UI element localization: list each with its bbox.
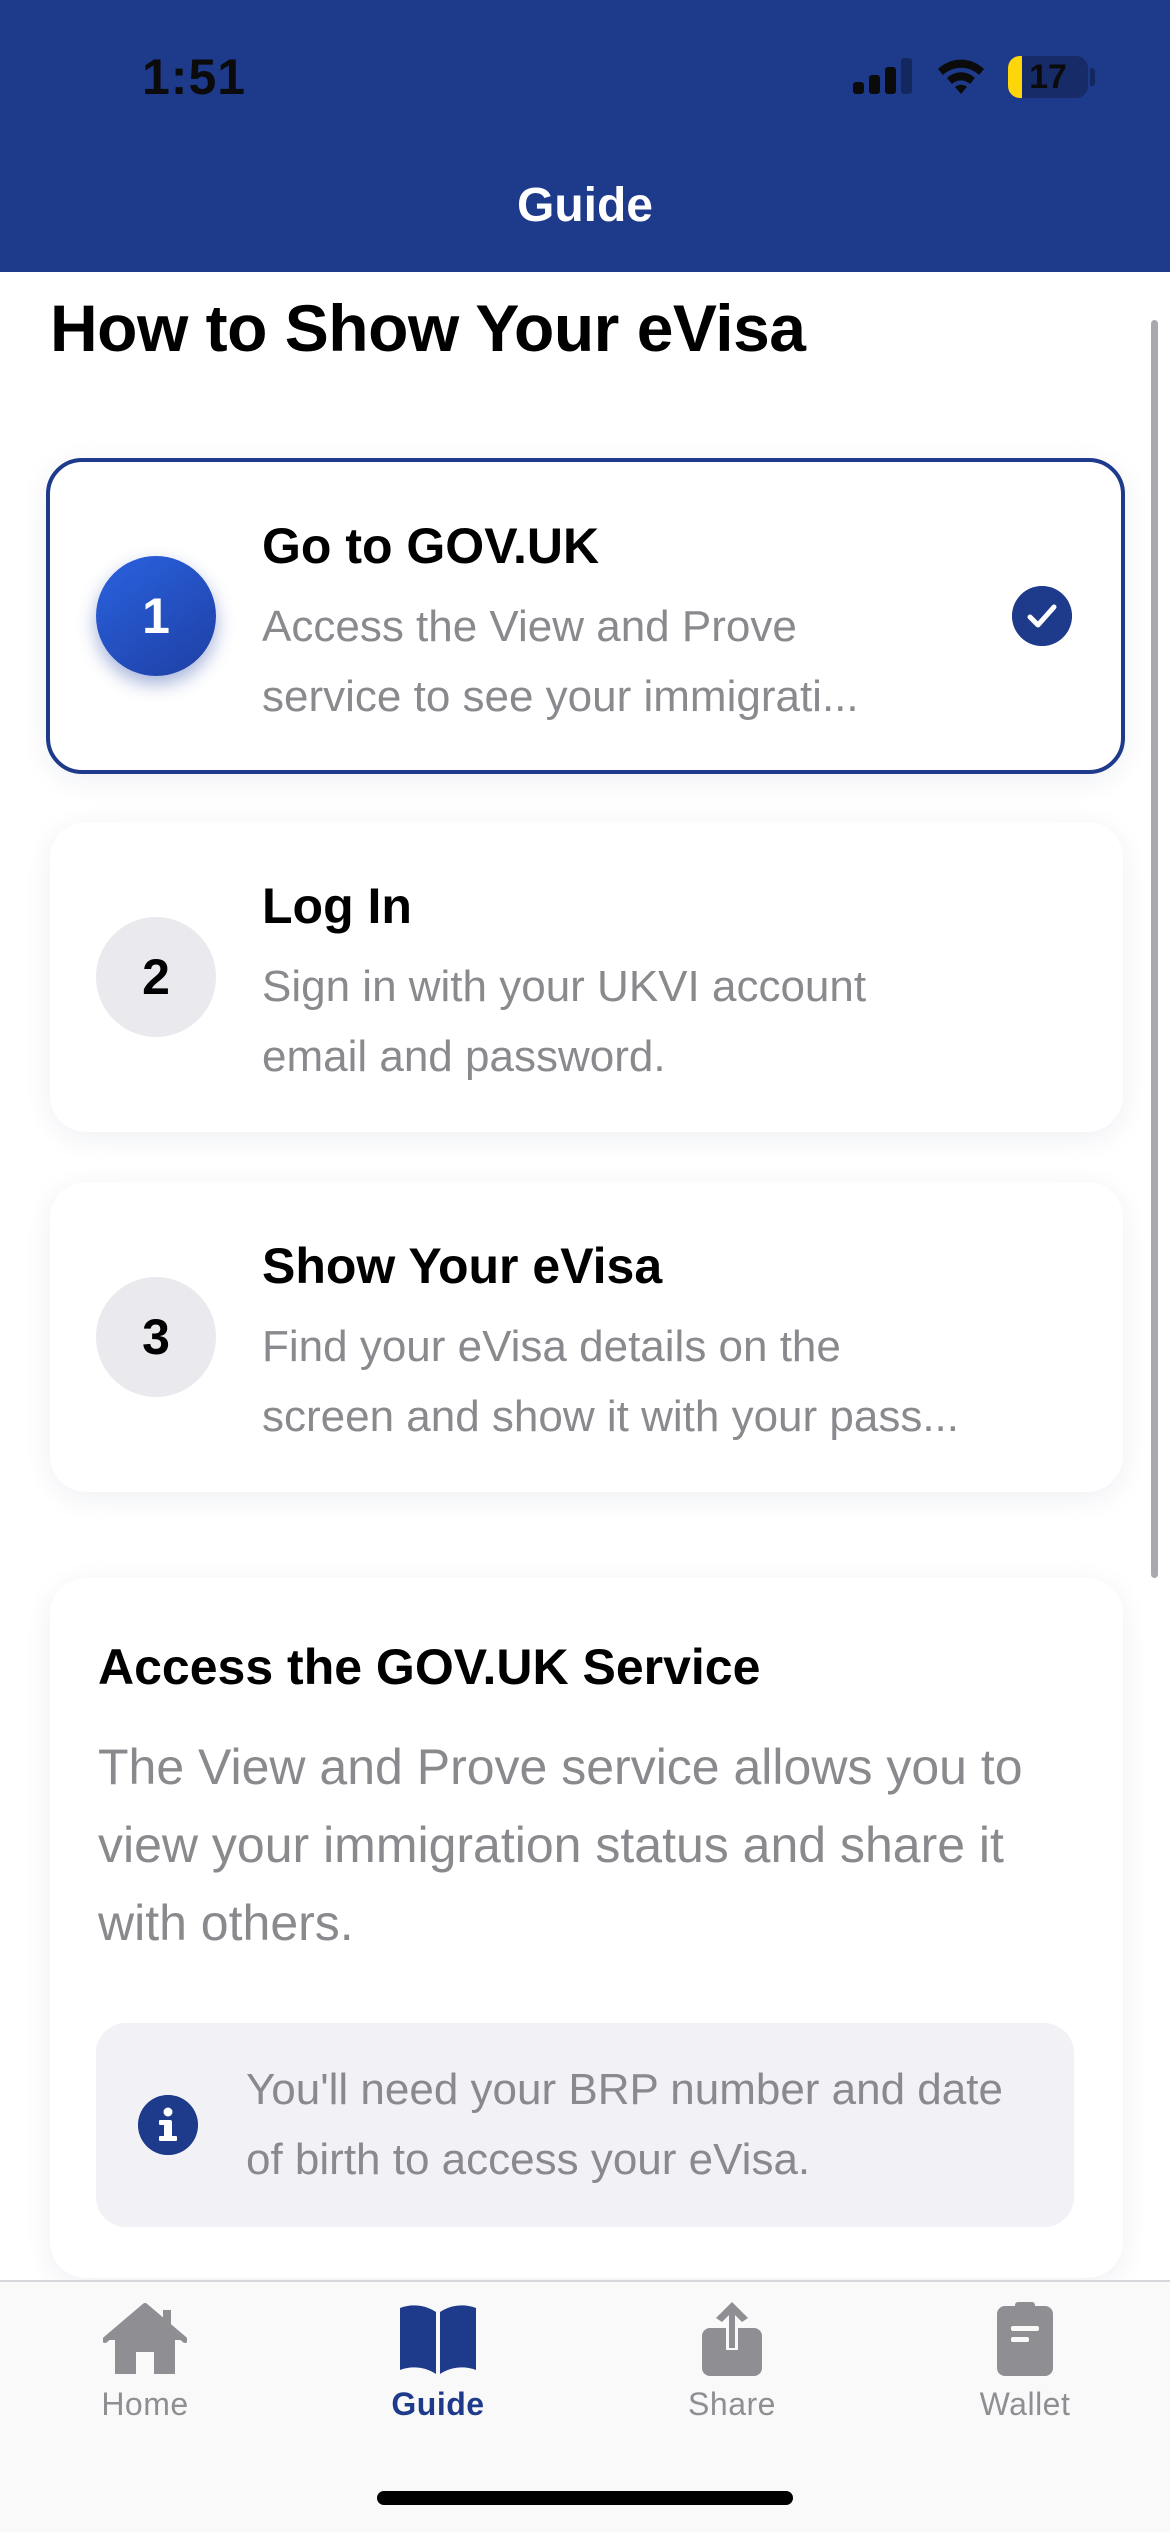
tab-guide[interactable]: Guide — [338, 2302, 538, 2423]
info-icon — [138, 2095, 198, 2155]
step-number-badge: 1 — [96, 556, 216, 676]
step-title: Show Your eVisa — [262, 1238, 663, 1294]
step-description: Sign in with your UKVI account email and… — [262, 962, 867, 1081]
info-note: You'll need your BRP number and date of … — [96, 2023, 1074, 2227]
note-text: You'll need your BRP number and date of … — [246, 2065, 1003, 2184]
step-card-1[interactable]: 1 Go to GOV.UK Access the View and Prove… — [46, 458, 1125, 774]
step-description: Find your eVisa details on the screen an… — [262, 1322, 959, 1441]
tab-share[interactable]: Share — [632, 2302, 832, 2423]
cellular-signal-icon — [853, 58, 913, 94]
detail-title: Access the GOV.UK Service — [98, 1639, 761, 1695]
step-card-2[interactable]: 2 Log In Sign in with your UKVI account … — [50, 822, 1123, 1132]
home-indicator[interactable] — [377, 2491, 793, 2505]
step-description: Access the View and Prove service to see… — [262, 602, 859, 721]
tab-wallet[interactable]: Wallet — [925, 2302, 1125, 2423]
tab-label: Home — [101, 2386, 189, 2422]
battery-cap — [1090, 68, 1095, 86]
wifi-icon — [938, 59, 984, 94]
app-header: 1:51 17 Guide — [0, 0, 1170, 272]
tab-home[interactable]: Home — [45, 2302, 245, 2423]
step-title: Log In — [262, 878, 412, 934]
wallet-icon — [997, 2302, 1053, 2376]
tab-label: Share — [688, 2386, 776, 2422]
step-card-3[interactable]: 3 Show Your eVisa Find your eVisa detail… — [50, 1182, 1123, 1492]
detail-body: The View and Prove service allows you to… — [98, 1739, 1023, 1951]
house-icon — [103, 2303, 187, 2374]
status-time: 1:51 — [142, 49, 247, 105]
share-icon — [702, 2302, 762, 2376]
page-title: How to Show Your eVisa — [50, 291, 806, 365]
step-title: Go to GOV.UK — [262, 518, 600, 574]
battery-percent: 17 — [1029, 58, 1067, 96]
step-detail-card: Access the GOV.UK Service The View and P… — [50, 1578, 1123, 2278]
tab-label: Wallet — [979, 2386, 1071, 2422]
tab-label: Guide — [391, 2386, 485, 2422]
scrollbar[interactable] — [1151, 320, 1158, 1578]
battery-icon: 17 — [1008, 56, 1088, 98]
book-icon — [400, 2305, 476, 2374]
checkmark-icon — [1012, 586, 1072, 646]
step-number-badge: 2 — [96, 917, 216, 1037]
step-number-badge: 3 — [96, 1277, 216, 1397]
nav-title: Guide — [516, 179, 653, 232]
